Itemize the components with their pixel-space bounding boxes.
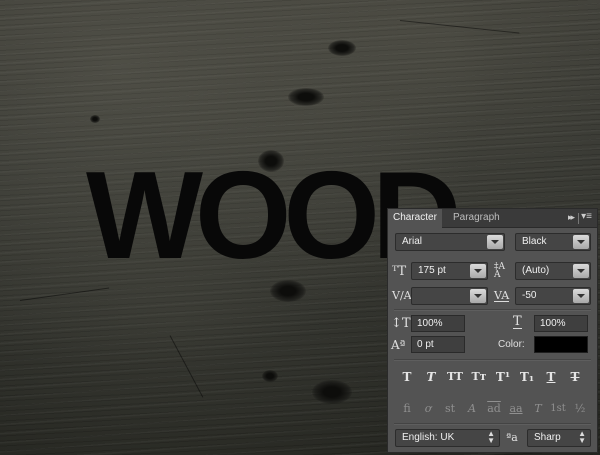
fractions-button[interactable]: ½ bbox=[570, 401, 590, 417]
font-family-dropdown[interactable]: Arial bbox=[395, 233, 505, 251]
font-style-value: Black bbox=[522, 236, 547, 247]
chevron-down-icon[interactable] bbox=[573, 264, 589, 278]
contextual-alternates-button[interactable]: ơ bbox=[418, 401, 438, 417]
strikethrough-button[interactable]: T bbox=[565, 369, 585, 385]
wood-knot bbox=[328, 40, 356, 56]
language-dropdown[interactable]: English: UK ▲ ▼ bbox=[395, 429, 500, 447]
faux-italic-button[interactable]: T bbox=[421, 369, 441, 385]
faux-bold-button[interactable]: T bbox=[397, 369, 417, 385]
superscript-button[interactable]: T¹ bbox=[493, 369, 513, 385]
discretionary-ligatures-button[interactable]: st bbox=[440, 401, 460, 417]
vertical-scale-field[interactable]: 100% bbox=[411, 315, 465, 332]
all-caps-button[interactable]: TT bbox=[445, 369, 465, 385]
divider bbox=[394, 309, 591, 311]
collapse-panel-icon[interactable]: ▸▸ bbox=[568, 212, 575, 223]
chevron-down-icon[interactable] bbox=[487, 235, 503, 249]
kerning-icon: V/A bbox=[392, 289, 412, 302]
wood-crack bbox=[19, 287, 110, 301]
leading-value: (Auto) bbox=[522, 265, 550, 276]
language-value: English: UK bbox=[402, 432, 455, 443]
baseline-shift-icon: Aª bbox=[391, 338, 406, 352]
color-label: Color: bbox=[498, 339, 525, 350]
stepper-icon[interactable]: ▲ ▼ bbox=[487, 430, 495, 445]
character-panel: Character Paragraph ▸▸ ▾≡ Arial Black ᵀT… bbox=[387, 208, 598, 453]
panel-tab-bar: Character Paragraph ▸▸ ▾≡ bbox=[388, 209, 597, 228]
color-swatch[interactable] bbox=[534, 336, 588, 353]
leading-field[interactable]: (Auto) bbox=[515, 262, 591, 280]
horizontal-scale-icon: T bbox=[513, 314, 522, 329]
wood-knot bbox=[262, 370, 278, 382]
vertical-scale-icon: ↕T bbox=[391, 316, 411, 331]
anti-alias-dropdown[interactable]: Sharp ▲ ▼ bbox=[527, 429, 591, 447]
tracking-icon: VA bbox=[494, 289, 510, 302]
tab-character[interactable]: Character bbox=[388, 209, 442, 228]
chevron-down-icon[interactable] bbox=[573, 235, 589, 249]
tab-paragraph[interactable]: Paragraph bbox=[448, 209, 505, 227]
chevron-down-icon[interactable] bbox=[573, 289, 589, 303]
wood-knot bbox=[288, 88, 324, 106]
horizontal-scale-field[interactable]: 100% bbox=[534, 315, 588, 332]
chevron-down-icon[interactable] bbox=[470, 264, 486, 278]
chevron-down-icon[interactable] bbox=[470, 289, 486, 303]
ordinals-superscript-button[interactable]: 1st bbox=[548, 401, 568, 417]
wood-crack bbox=[169, 335, 204, 398]
font-style-dropdown[interactable]: Black bbox=[515, 233, 591, 251]
ordinals-button[interactable]: T bbox=[528, 401, 548, 417]
anti-alias-value: Sharp bbox=[534, 432, 561, 443]
panel-menu-icon[interactable]: ▾≡ bbox=[581, 211, 592, 222]
wood-knot bbox=[312, 380, 352, 404]
tracking-value: -50 bbox=[522, 290, 537, 301]
anti-alias-icon: ªa bbox=[506, 431, 518, 444]
tab-bar-divider bbox=[578, 213, 579, 224]
divider bbox=[394, 423, 591, 425]
subscript-button[interactable]: T₁ bbox=[517, 369, 537, 385]
small-caps-button[interactable]: Tт bbox=[469, 369, 489, 385]
font-family-value: Arial bbox=[402, 236, 423, 247]
font-size-icon: ᵀT bbox=[392, 264, 407, 279]
stylistic-alternates-button[interactable]: ad bbox=[484, 401, 504, 417]
stepper-icon[interactable]: ▲ ▼ bbox=[578, 430, 586, 445]
wood-crack bbox=[399, 20, 520, 34]
leading-icon: ‡A A bbox=[494, 262, 505, 280]
titling-alternates-button[interactable]: aa bbox=[506, 401, 526, 417]
font-size-field[interactable]: 175 pt bbox=[411, 262, 488, 280]
baseline-shift-field[interactable]: 0 pt bbox=[411, 336, 465, 353]
standard-ligatures-button[interactable]: fi bbox=[397, 401, 417, 417]
tracking-field[interactable]: -50 bbox=[515, 287, 591, 305]
underline-button[interactable]: T bbox=[541, 369, 561, 385]
divider bbox=[394, 359, 591, 361]
kerning-field[interactable] bbox=[411, 287, 488, 305]
wood-knot bbox=[90, 115, 100, 123]
swash-button[interactable]: A bbox=[462, 401, 482, 417]
font-size-value: 175 pt bbox=[418, 265, 446, 276]
